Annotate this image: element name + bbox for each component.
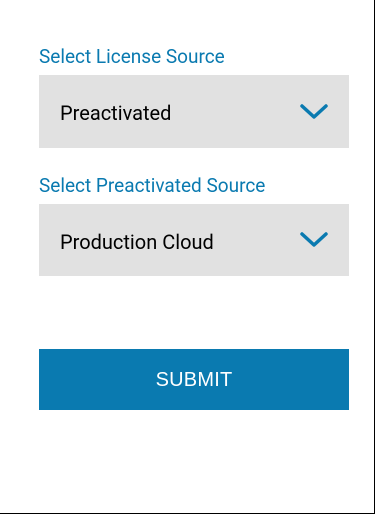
license-source-selected-value: Preactivated bbox=[60, 101, 172, 125]
chevron-down-icon bbox=[300, 104, 328, 119]
license-source-label: Select License Source bbox=[39, 45, 225, 68]
preactivated-source-dropdown[interactable]: Production Cloud bbox=[39, 204, 349, 276]
preactivated-source-selected-value: Production Cloud bbox=[60, 230, 214, 254]
submit-button[interactable]: SUBMIT bbox=[39, 349, 349, 410]
chevron-down-icon bbox=[300, 232, 328, 247]
screen-frame: Select License Source Preactivated Selec… bbox=[0, 0, 375, 514]
submit-button-label: SUBMIT bbox=[155, 368, 233, 391]
preactivated-source-label: Select Preactivated Source bbox=[39, 174, 266, 197]
license-source-dropdown[interactable]: Preactivated bbox=[39, 75, 349, 148]
